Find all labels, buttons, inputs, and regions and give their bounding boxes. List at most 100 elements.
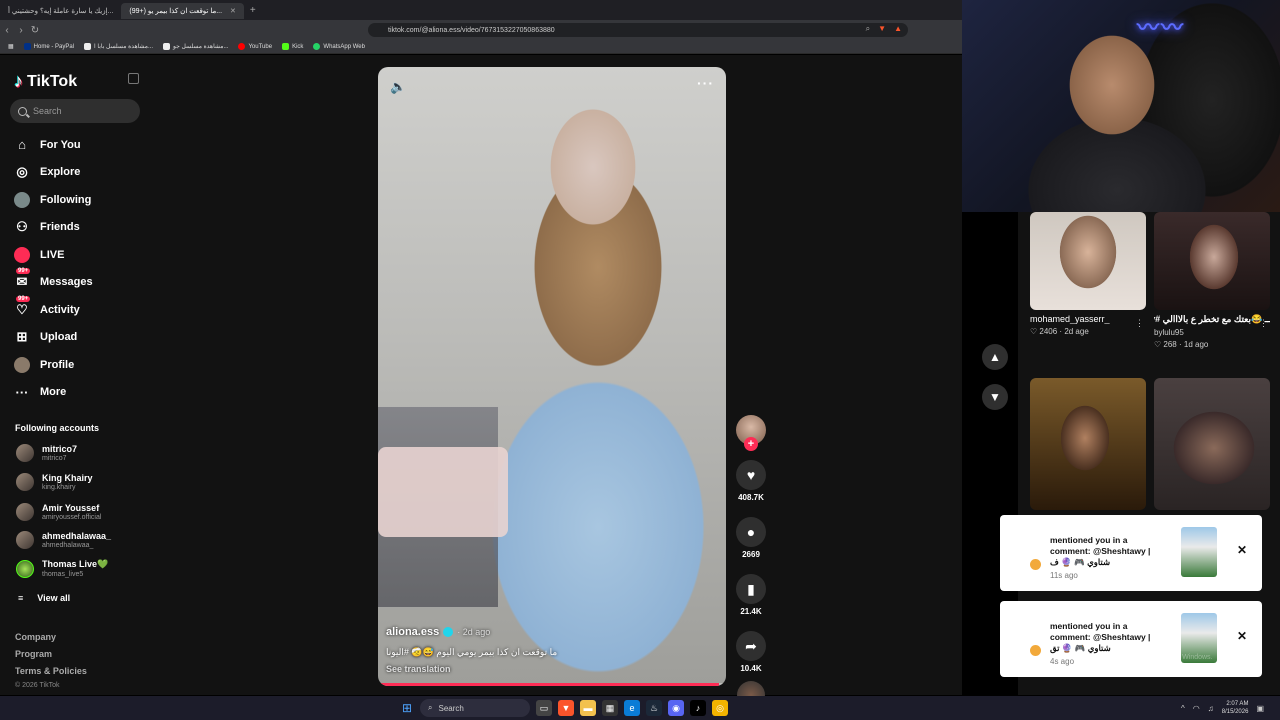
save-button[interactable]: ▮ <box>736 574 766 604</box>
sidebar-item-friends[interactable]: ⚇ Friends <box>14 214 93 242</box>
windows-start-icon[interactable]: ⊞ <box>402 701 412 715</box>
heart-icon: ♥ <box>746 467 756 483</box>
wifi-icon[interactable]: ◠ <box>1193 704 1200 713</box>
folder-icon[interactable]: ▬ <box>580 700 596 716</box>
see-translation-link[interactable]: See translation <box>386 664 451 674</box>
clock[interactable]: 2:07 AM 8/15/2026 <box>1222 700 1249 716</box>
collapse-sidebar-icon[interactable] <box>128 73 139 84</box>
search-icon <box>18 106 27 116</box>
bookmark[interactable]: Home - PayPal <box>23 43 74 50</box>
steam-icon[interactable]: ♨ <box>646 700 662 716</box>
browser-tab-active[interactable]: (99+) ما توقعت ان كذا بيمر يو... ✕ <box>121 3 244 19</box>
url-field[interactable]: tiktok.com/@aliona.ess/video/76731532270… <box>368 23 908 37</box>
like-button[interactable]: ♥ <box>736 460 766 490</box>
volume-icon[interactable]: ♫ <box>1208 704 1214 713</box>
previous-video-button[interactable]: ▲ <box>982 344 1008 370</box>
profile-icon <box>14 356 30 373</box>
footer-program-link[interactable]: Program <box>15 649 52 659</box>
more-options-icon[interactable]: ⋮ <box>1259 318 1268 329</box>
author-avatar[interactable]: + <box>736 415 766 451</box>
more-options-icon[interactable]: ⋮ <box>1135 318 1144 329</box>
sidebar-item-live[interactable]: LIVE <box>14 241 93 269</box>
page-icon <box>84 43 92 50</box>
chevron-up-icon[interactable]: ^ <box>1181 704 1185 713</box>
sidebar-item-explore[interactable]: ◎ Explore <box>14 159 93 187</box>
bookmark[interactable]: مشاهدة مسلسل جو... <box>163 43 228 50</box>
forward-icon[interactable]: › <box>14 25 28 36</box>
next-video-button[interactable]: ▼ <box>982 384 1008 410</box>
task-view-icon[interactable]: ▭ <box>536 700 552 716</box>
screen: إزيك يا سارة عاملة إيه؟ وحشتيني أ... (99… <box>0 0 1280 720</box>
account-item[interactable]: mitrico7 mitrico7 <box>16 444 77 462</box>
account-item[interactable]: Amir Youssef amiryoussef.official <box>16 503 101 521</box>
sidebar-item-for-you[interactable]: ⌂ For You <box>14 131 93 159</box>
bookmark[interactable]: YouTube <box>238 43 272 50</box>
sidebar-item-upload[interactable]: ⊞ Upload <box>14 324 93 352</box>
live-icon <box>14 246 30 263</box>
account-item[interactable]: King Khairy king.khairy <box>16 473 93 491</box>
chevron-down-icon: ▼ <box>989 390 1001 404</box>
chrome-icon[interactable]: ◎ <box>712 700 728 716</box>
brave-icon[interactable]: ▼ <box>558 700 574 716</box>
bookmark[interactable]: Kick <box>282 43 303 50</box>
notification-toast[interactable]: mentioned you in a comment: @Sheshtawy |… <box>1000 515 1262 591</box>
verified-icon <box>443 627 454 637</box>
follow-plus-icon[interactable]: + <box>744 437 758 451</box>
comment-button[interactable]: ● <box>736 517 766 547</box>
video-progress-bar[interactable] <box>378 683 726 686</box>
view-all-button[interactable]: ≡ View all <box>18 593 70 603</box>
notification-toast[interactable]: mentioned you in a comment: @Sheshtawy |… <box>1000 601 1262 677</box>
browser-tab[interactable]: إزيك يا سارة عاملة إيه؟ وحشتيني أ... <box>0 3 121 19</box>
taskbar-apps: ▭ ▼ ▬ ▦ e ♨ ◉ ♪ ◎ <box>536 700 728 716</box>
video-card[interactable] <box>1030 378 1146 510</box>
notification-bell-icon[interactable]: ▣ <box>1256 704 1264 713</box>
close-tab-icon[interactable]: ✕ <box>230 7 236 15</box>
account-item[interactable]: Thomas Live💚 thomas_live5 <box>16 559 108 578</box>
footer-terms-link[interactable]: Terms & Policies <box>15 666 87 676</box>
activate-windows-watermark: Activate Windows Go to Settings to activa… <box>1102 640 1213 661</box>
close-icon[interactable]: ✕ <box>1237 629 1247 643</box>
bookmark[interactable]: WhatsApp Web <box>313 43 365 50</box>
video-player[interactable]: 🔈 ··· aliona.ess · 2d ago ما توقعت ان كذا… <box>378 67 726 686</box>
sidebar-item-profile[interactable]: Profile <box>14 351 93 379</box>
brave-shield-icon[interactable]: ▼ <box>878 24 886 34</box>
taskbar-search[interactable]: ⌕ Search <box>420 699 530 717</box>
sidebar-item-activity[interactable]: ♡ 99+ Activity <box>14 295 93 324</box>
volume-icon[interactable]: 🔈 <box>390 79 406 95</box>
footer-company-link[interactable]: Company <box>15 632 56 642</box>
tiktok-logo[interactable]: ♪ TikTok <box>14 71 77 92</box>
sidebar-item-more[interactable]: ··· More <box>14 379 93 407</box>
more-icon: ··· <box>15 384 29 400</box>
video-card[interactable]: ــ 😂بعتك مع تخطر ع بالااالي #yasminabdel… <box>1154 212 1270 349</box>
tiktok-app-icon[interactable]: ♪ <box>690 700 706 716</box>
bookmark[interactable]: مشاهدة مسلسل بابا ا... <box>84 43 153 50</box>
video-caption: ما توقعت ان كذا بيمر يومي اليوم 😅🤕 #اليو… <box>386 647 558 657</box>
zoom-icon[interactable]: ⌕ <box>866 24 870 34</box>
video-card[interactable] <box>1154 378 1270 510</box>
share-button[interactable]: ➦ <box>736 631 766 661</box>
friends-icon: ⚇ <box>16 219 28 235</box>
video-card[interactable]: mohamed_yasserr_ ♡ 2406 · 2d age ⋮ <box>1030 212 1146 336</box>
video-author[interactable]: aliona.ess · 2d ago <box>386 626 490 638</box>
sidebar-item-messages[interactable]: ✉ 99+ Messages <box>14 268 93 297</box>
tab-title: (99+) ما توقعت ان كذا بيمر يو... <box>129 8 223 15</box>
discord-icon[interactable]: ◉ <box>668 700 684 716</box>
more-options-icon[interactable]: ··· <box>697 75 714 91</box>
brave-rewards-icon[interactable]: ▲ <box>894 24 902 34</box>
back-icon[interactable]: ‹ <box>0 25 14 36</box>
store-icon[interactable]: ▦ <box>602 700 618 716</box>
extensions-area: ⌕ ▼ ▲ <box>866 24 902 34</box>
new-tab-icon[interactable]: + <box>250 5 256 16</box>
messages-badge: 99+ <box>16 268 31 275</box>
system-tray: ^ ◠ ♫ 2:07 AM 8/15/2026 ▣ <box>1181 700 1264 716</box>
close-icon[interactable]: ✕ <box>1237 543 1247 557</box>
edge-icon[interactable]: e <box>624 700 640 716</box>
reload-icon[interactable]: ↻ <box>28 25 42 36</box>
avatar <box>16 444 34 462</box>
sidebar-item-following[interactable]: Following <box>14 186 93 214</box>
search-input[interactable]: Search <box>10 99 140 123</box>
apps-icon[interactable]: ▦ <box>8 43 14 50</box>
account-item[interactable]: ahmedhalawaa_ ahmedhalawaa_ <box>16 531 111 549</box>
compass-icon: ◎ <box>16 164 28 180</box>
search-placeholder: Search <box>33 106 62 116</box>
